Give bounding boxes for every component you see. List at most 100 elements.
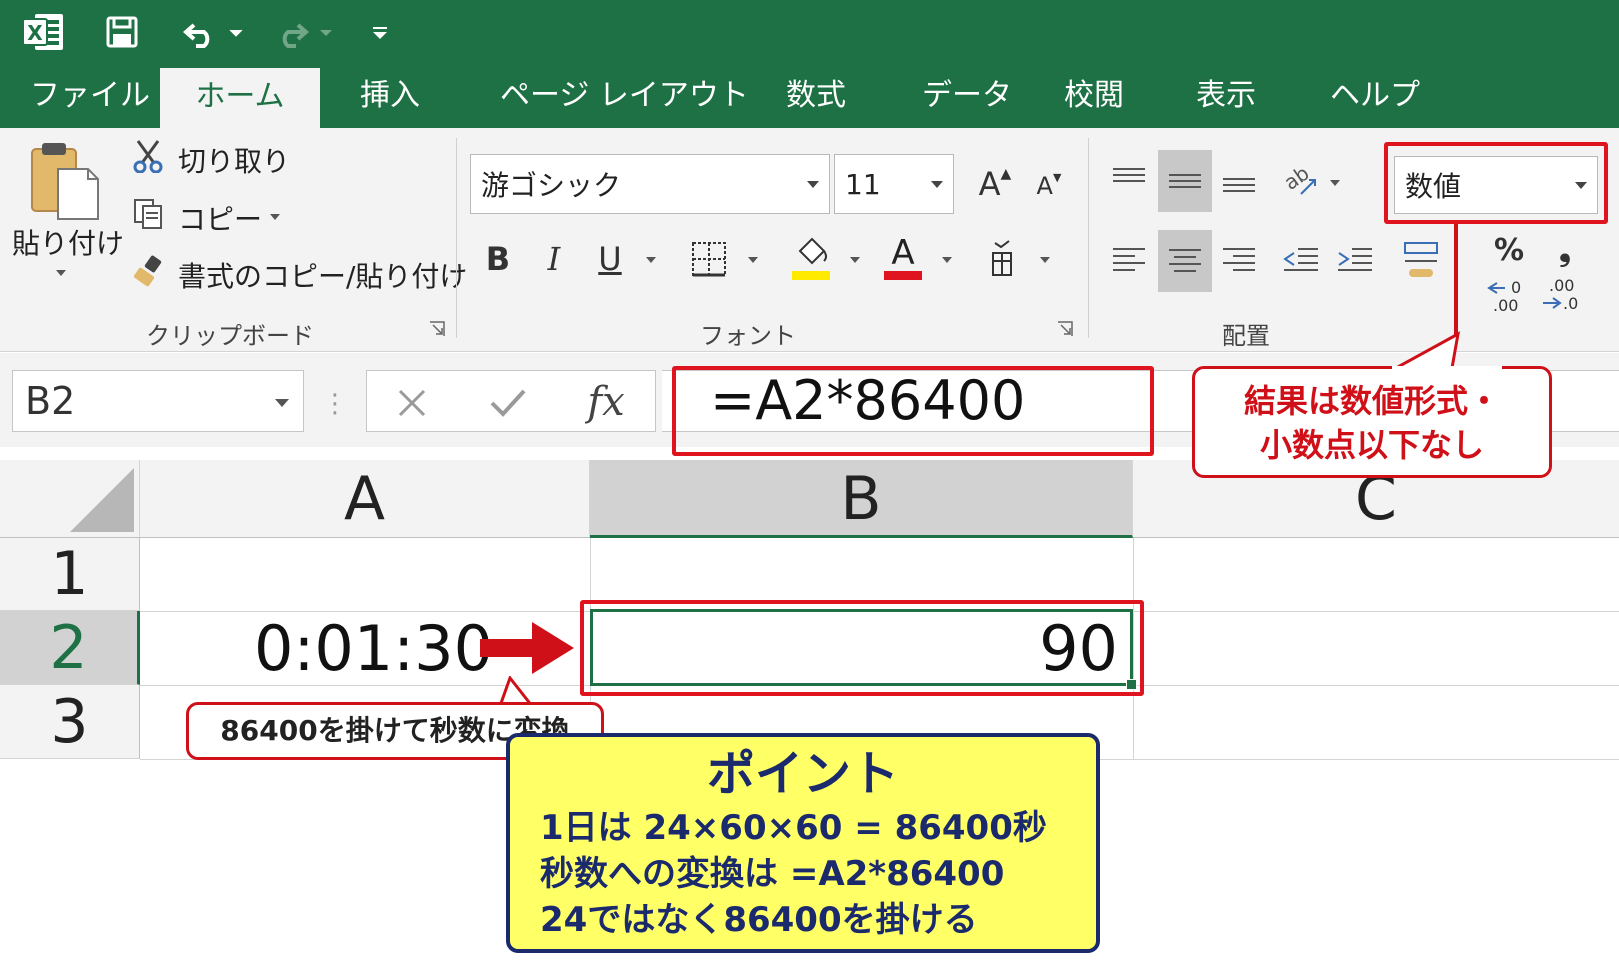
save-icon[interactable] [102,10,142,54]
paste-button[interactable]: 貼り付け [12,222,124,262]
tab-formulas[interactable]: 数式 [786,64,846,128]
svg-text:0: 0 [1511,278,1521,297]
point-box: ポイント 1日は 24×60×60 = 86400秒 秒数への変換は =A2*8… [506,733,1100,953]
tab-data[interactable]: データ [922,64,1012,128]
excel-logo-icon: X [18,10,68,54]
clipboard-group-label: クリップボード [146,322,314,350]
row-header-3[interactable]: 3 [0,685,140,759]
callout-pointer [1392,331,1502,370]
ribbon-separator [456,138,457,338]
decrease-indent-icon[interactable] [1278,232,1324,288]
svg-text:X: X [27,21,43,45]
red-arrow-icon [480,622,574,674]
format-painter-button[interactable]: 書式のコピー/貼り付け [178,255,467,295]
name-box-value: B2 [25,379,76,423]
orientation-icon[interactable]: ab [1278,156,1324,204]
paste-dropdown-icon[interactable] [56,270,66,276]
result-cell-highlight [580,600,1144,696]
point-line-1: 1日は 24×60×60 = 86400秒 [540,808,1047,848]
number-format-callout: 結果は数値形式・ 小数点以下なし [1192,366,1552,478]
insert-function-button[interactable]: fx [574,374,638,430]
align-top-icon[interactable] [1106,150,1152,210]
number-format-highlight [1384,142,1608,224]
ribbon-separator [1088,138,1089,338]
svg-text:ab: ab [1281,161,1314,195]
font-color-icon[interactable]: A [880,232,926,284]
alignment-group-label: 配置 [1222,322,1270,350]
font-name-select[interactable]: 游ゴシック [470,154,830,214]
column-header-a[interactable]: A [140,460,590,538]
phonetic-guide-icon[interactable] [982,236,1022,282]
callout-line-2: 小数点以下なし [1259,426,1484,464]
undo-icon[interactable] [180,10,250,54]
font-size-value: 11 [845,167,881,201]
paste-icon[interactable] [24,138,104,222]
decrease-font-size-icon[interactable]: A ▼ [1028,164,1070,208]
copy-button[interactable]: コピー [178,198,262,238]
font-color-dropdown-icon[interactable] [942,257,952,263]
comma-style-button[interactable]: ❟ [1542,228,1588,272]
align-center-icon[interactable] [1158,230,1212,292]
align-bottom-icon[interactable] [1216,150,1262,210]
tab-view[interactable]: 表示 [1196,64,1256,128]
name-box[interactable]: B2 [12,370,304,432]
borders-dropdown-icon[interactable] [748,257,758,263]
tab-home[interactable]: ホーム [160,68,320,128]
point-line-3: 24ではなく86400を掛ける [540,900,978,940]
align-right-icon[interactable] [1216,232,1262,288]
callout-connector [1454,224,1458,342]
font-color-letter: A [891,233,915,273]
cut-button[interactable]: 切り取り [178,140,290,180]
redo-icon[interactable] [270,10,340,54]
point-line-2: 秒数への変換は =A2*86400 [540,854,1005,894]
row-header-1[interactable]: 1 [0,538,140,611]
customize-toolbar-icon[interactable] [365,10,395,54]
fill-color-dropdown-icon[interactable] [850,257,860,263]
format-painter-icon [130,254,166,290]
tab-page-layout[interactable]: ページ レイアウト [500,64,749,128]
align-middle-icon[interactable] [1158,150,1212,212]
cell-a2[interactable]: 0:01:30 [254,612,493,686]
copy-icon [130,196,166,232]
italic-button[interactable]: I [534,236,574,282]
formula-bar-grip-icon: ⋮ [322,389,348,419]
tab-file[interactable]: ファイル [30,64,150,128]
increase-decimal-icon[interactable]: 0.00 [1484,272,1534,316]
orientation-dropdown-icon[interactable] [1330,180,1340,186]
font-name-value: 游ゴシック [481,169,622,202]
scissors-icon [130,138,166,174]
clipboard-launcher-icon[interactable] [428,320,446,338]
font-group-label: フォント [700,322,796,350]
phonetic-dropdown-icon[interactable] [1040,257,1050,263]
point-title: ポイント [706,746,899,802]
copy-dropdown-icon[interactable] [270,214,280,220]
svg-text:.00: .00 [1493,296,1518,315]
row-header-2[interactable]: 2 [0,611,140,685]
increase-indent-icon[interactable] [1332,232,1378,288]
fill-color-icon[interactable] [788,232,834,284]
ribbon-tabs: ファイル ホーム 挿入 ページ レイアウト 数式 データ 校閲 表示 ヘルプ [0,64,1619,128]
select-all-corner[interactable] [0,460,140,538]
column-header-b[interactable]: B [590,460,1133,538]
tab-insert[interactable]: 挿入 [360,64,420,128]
borders-icon[interactable] [686,236,732,282]
callout-line-1: 結果は数値形式・ [1243,382,1500,420]
bold-button[interactable]: B [478,236,518,282]
wrap-text-icon[interactable] [1398,232,1444,288]
formula-highlight [672,366,1154,456]
decrease-decimal-icon[interactable]: .00.0 [1538,272,1588,316]
tab-review[interactable]: 校閲 [1064,64,1124,128]
font-size-select[interactable]: 11 [834,154,954,214]
cancel-entry-icon[interactable] [384,378,440,428]
title-bar: X [0,0,1619,64]
align-left-icon[interactable] [1106,232,1152,288]
svg-text:.0: .0 [1563,294,1578,313]
svg-text:.00: .00 [1549,276,1574,295]
underline-dropdown-icon[interactable] [646,257,656,263]
underline-button[interactable]: U [590,236,630,282]
font-launcher-icon[interactable] [1056,320,1074,338]
increase-font-size-icon[interactable]: A ▲ [972,160,1018,208]
percent-style-button[interactable]: % [1486,228,1532,272]
confirm-entry-icon[interactable] [480,378,536,428]
tab-help[interactable]: ヘルプ [1330,64,1420,128]
